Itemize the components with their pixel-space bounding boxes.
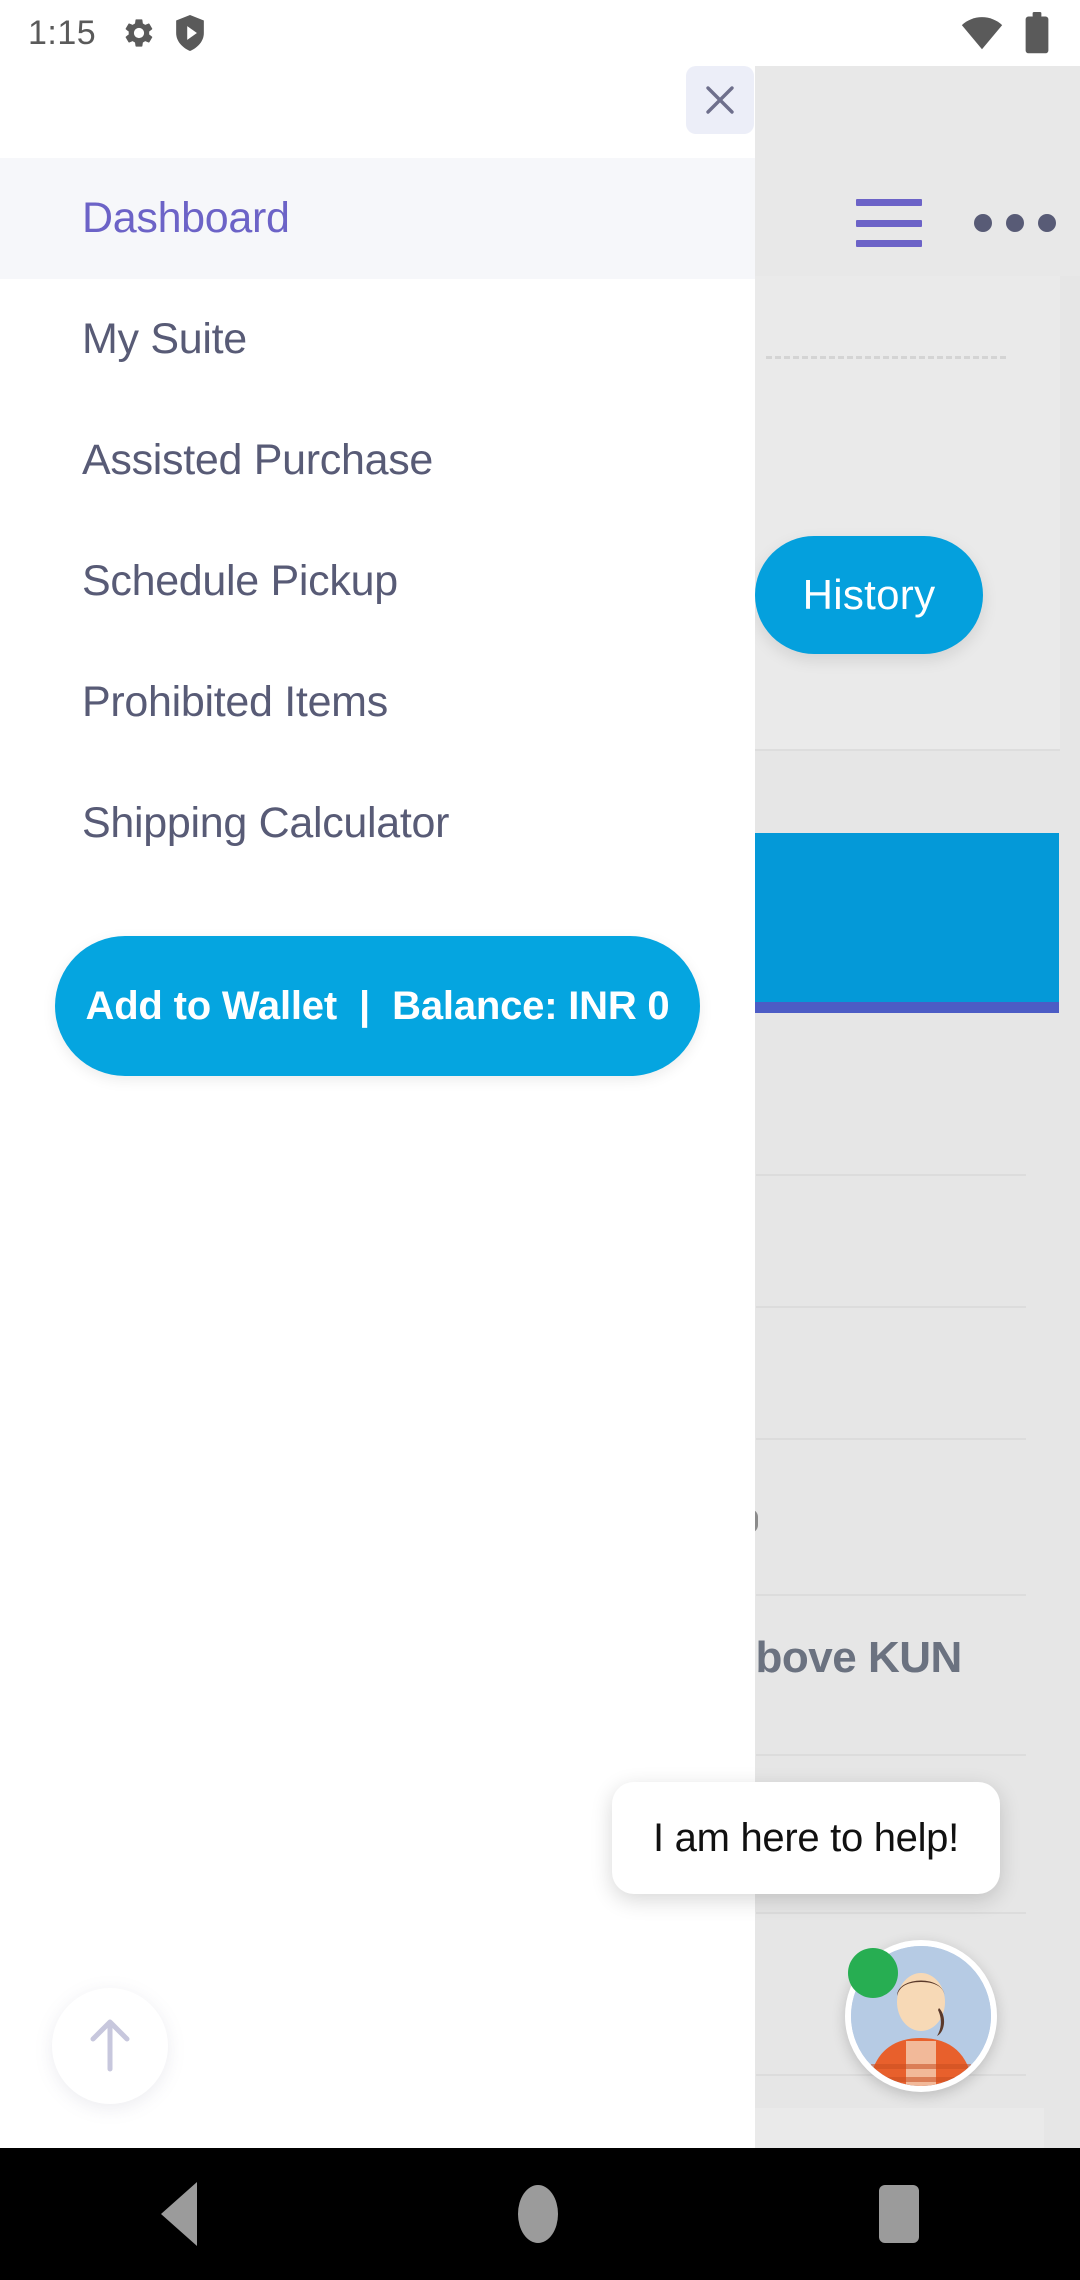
status-bar: 1:15 bbox=[0, 0, 1080, 66]
sidebar-item-assisted-purchase[interactable]: Assisted Purchase bbox=[0, 400, 755, 521]
battery-icon bbox=[1025, 12, 1049, 54]
sidebar-item-schedule-pickup[interactable]: Schedule Pickup bbox=[0, 521, 755, 642]
promo-banner[interactable] bbox=[755, 833, 1059, 1013]
status-bar-notification-icons bbox=[122, 15, 206, 51]
wallet-button-separator: | bbox=[358, 983, 371, 1028]
status-bar-clock: 1:15 bbox=[28, 13, 97, 52]
sidebar-item-label: Dashboard bbox=[82, 194, 290, 242]
sidebar-item-label: Prohibited Items bbox=[82, 678, 388, 726]
list-divider bbox=[756, 1438, 1026, 1440]
dashed-divider bbox=[766, 356, 1006, 359]
history-button[interactable]: History bbox=[755, 536, 983, 654]
drawer-menu-list: Dashboard My Suite Assisted Purchase Sch… bbox=[0, 158, 755, 884]
recents-icon[interactable] bbox=[879, 2185, 920, 2243]
sidebar-item-shipping-calculator[interactable]: Shipping Calculator bbox=[0, 763, 755, 884]
wallet-balance-label: Balance: INR 0 bbox=[392, 983, 670, 1028]
hamburger-icon[interactable] bbox=[856, 199, 922, 247]
sidebar-item-label: Shipping Calculator bbox=[82, 799, 450, 847]
close-icon bbox=[706, 86, 734, 114]
sidebar-item-prohibited-items[interactable]: Prohibited Items bbox=[0, 642, 755, 763]
sidebar-item-label: Assisted Purchase bbox=[82, 436, 434, 484]
sidebar-item-label: Schedule Pickup bbox=[82, 557, 398, 605]
android-navigation-bar bbox=[0, 2148, 1080, 2280]
scroll-to-top-button[interactable] bbox=[52, 1988, 168, 2104]
list-divider bbox=[756, 1754, 1026, 1756]
status-bar-system-icons bbox=[960, 12, 1050, 54]
overflow-menu-icon[interactable] bbox=[974, 214, 1056, 232]
list-divider bbox=[756, 1306, 1026, 1308]
shield-play-icon bbox=[176, 15, 205, 51]
list-divider bbox=[756, 1594, 1026, 1596]
online-status-dot bbox=[848, 1948, 898, 1998]
sidebar-item-dashboard[interactable]: Dashboard bbox=[0, 158, 755, 279]
sidebar-item-label: My Suite bbox=[82, 315, 247, 363]
phone-screen: History : Above KUN I am here to help! D… bbox=[0, 0, 1080, 2280]
sidebar-item-my-suite[interactable]: My Suite bbox=[0, 279, 755, 400]
chat-help-bubble[interactable]: I am here to help! bbox=[612, 1782, 1000, 1894]
wifi-icon bbox=[961, 17, 1003, 50]
chat-bubble-text: I am here to help! bbox=[653, 1815, 959, 1860]
list-divider bbox=[756, 1174, 1026, 1176]
home-icon[interactable] bbox=[517, 2185, 558, 2243]
back-icon[interactable] bbox=[160, 2182, 197, 2246]
history-button-label: History bbox=[802, 571, 936, 618]
add-to-wallet-button[interactable]: Add to Wallet | Balance: INR 0 bbox=[55, 936, 700, 1076]
list-divider bbox=[756, 1912, 1026, 1914]
wallet-button-label: Add to Wallet bbox=[85, 983, 338, 1028]
arrow-up-icon bbox=[90, 2019, 130, 2072]
drawer-close-button[interactable] bbox=[686, 66, 754, 134]
gear-icon bbox=[125, 19, 153, 47]
